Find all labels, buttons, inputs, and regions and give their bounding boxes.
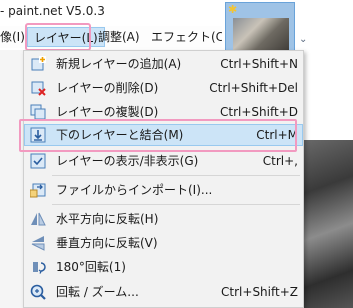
import-file-icon <box>30 183 46 198</box>
menu-label-rotate-zoom: 回転 / ズーム... <box>56 285 139 299</box>
chevron-down-icon[interactable]: ⌄ <box>299 34 307 45</box>
menu-shortcut-toggle-visibility: Ctrl+, <box>262 154 298 168</box>
menu-label-import-file: ファイルからインポート(I)... <box>56 183 213 197</box>
menu-label-delete-layer: レイヤーの削除(D) <box>56 81 159 95</box>
menu-label-flip-horizontal: 水平方向に反転(H) <box>56 212 159 226</box>
menu-shortcut-add-layer: Ctrl+Shift+N <box>220 57 298 71</box>
menu-separator <box>52 204 300 205</box>
flip-horizontal-icon <box>31 212 46 226</box>
menu-label-rotate-180: 180°回転(1) <box>56 260 126 274</box>
annotation-highlight-merge-down <box>19 119 297 152</box>
unsaved-star-icon: ✱ <box>228 3 238 16</box>
menu-adjustments[interactable]: 調整(A) <box>98 27 140 47</box>
rotate-zoom-icon <box>30 284 46 300</box>
rotate-180-icon <box>33 262 46 274</box>
menu-image[interactable]: 像(I) <box>0 27 25 47</box>
menu-label-toggle-visibility: レイヤーの表示/非表示(G) <box>56 154 199 168</box>
toggle-visibility-icon <box>30 153 46 169</box>
delete-layer-icon <box>31 81 46 96</box>
window-title: - paint.net V5.0.3 <box>0 4 105 18</box>
annotation-highlight-menu <box>25 23 91 51</box>
flip-vertical-icon <box>31 236 45 251</box>
add-layer-icon <box>31 56 46 71</box>
menu-shortcut-rotate-zoom: Ctrl+Shift+Z <box>221 285 298 299</box>
menu-effects[interactable]: エフェクト(C) <box>151 27 229 47</box>
menu-label-add-layer: 新規レイヤーの追加(A) <box>56 57 182 71</box>
menu-label-flip-vertical: 垂直方向に反転(V) <box>56 236 158 250</box>
duplicate-layer-icon <box>30 104 46 120</box>
menu-separator <box>52 175 300 176</box>
image-thumbnail-preview <box>233 18 289 52</box>
menu-shortcut-delete-layer: Ctrl+Shift+Del <box>209 81 298 95</box>
tools-panel <box>0 50 23 308</box>
